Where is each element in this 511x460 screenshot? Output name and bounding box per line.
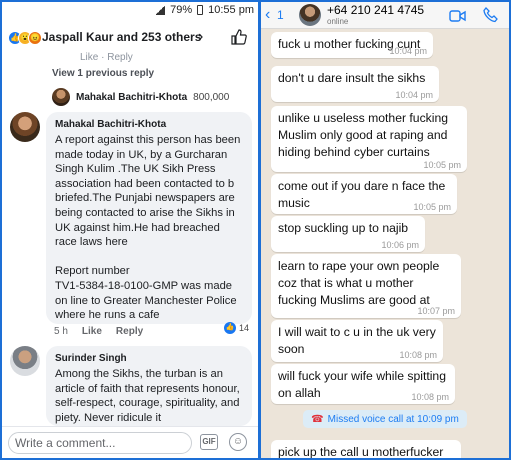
whatsapp-chat-panel: ‹ 1 +64 210 241 4745 online fuck u mothe… — [261, 2, 509, 458]
comment-composer: Write a comment... GIF ☺ — [2, 426, 258, 458]
battery-percent: 79% — [170, 4, 193, 16]
message-bubble[interactable]: will fuck your wife while spitting on al… — [271, 364, 455, 404]
message-time: 10:04 pm — [395, 90, 433, 100]
like-button-icon[interactable] — [231, 29, 247, 45]
view-previous-replies-link[interactable]: View 1 previous reply — [52, 68, 154, 79]
signal-icon — [155, 5, 166, 15]
avatar[interactable] — [10, 346, 40, 376]
comment-text: A report against this person has been ma… — [55, 134, 241, 322]
chat-header: ‹ 1 +64 210 241 4745 online — [261, 2, 509, 29]
status-bar: 79% 10:55 pm — [155, 3, 254, 17]
missed-call-notice[interactable]: ☎ Missed voice call at 10:09 pm — [303, 410, 467, 428]
comment-author[interactable]: Mahakal Bachitri-Khota — [55, 119, 243, 130]
message-bubble[interactable]: fuck u mother fucking cunt 10:04 pm — [271, 32, 433, 58]
message-time: 10:08 pm — [399, 350, 437, 360]
message-time: 10:05 pm — [413, 202, 451, 212]
message-bubble[interactable]: learn to rape your own people coz that i… — [271, 254, 461, 318]
facebook-comments-panel: 79% 10:55 pm 👍 😮 😠 Jaspall Kaur and 253 … — [2, 2, 258, 458]
reply-count: 800,000 — [193, 91, 230, 103]
battery-icon — [197, 5, 204, 15]
truncated-comment-actions[interactable]: Like · Reply — [80, 52, 133, 63]
unread-count[interactable]: 1 — [277, 8, 284, 22]
reply-author[interactable]: Mahakal Bachitri-Khota — [76, 92, 187, 103]
comment-time: 5 h — [54, 326, 68, 337]
phone-icon[interactable] — [483, 7, 498, 23]
avatar[interactable] — [299, 4, 321, 26]
message-bubble[interactable]: I will wait to c u in the uk very soon 1… — [271, 320, 443, 362]
angry-reaction-icon: 😠 — [28, 31, 42, 45]
missed-call-icon: ☎ — [311, 413, 324, 425]
comment-actions: 5 h Like Reply — [54, 326, 143, 337]
gif-icon[interactable]: GIF — [200, 434, 218, 450]
message-time: 10:07 pm — [417, 306, 455, 316]
comment-input[interactable]: Write a comment... — [8, 432, 192, 454]
reactions-summary[interactable]: Jaspall Kaur and 253 others — [42, 30, 201, 44]
like-link[interactable]: Like — [82, 326, 102, 337]
contact-status: online — [327, 17, 349, 26]
contact-name[interactable]: +64 210 241 4745 — [327, 3, 424, 17]
like-reaction-icon: 👍 — [224, 322, 236, 334]
avatar — [52, 88, 70, 106]
back-chevron-icon[interactable]: ‹ — [265, 6, 270, 24]
comment-bubble: Mahakal Bachitri-Khota A report against … — [46, 112, 252, 324]
avatar[interactable] — [10, 112, 40, 142]
comment-author[interactable]: Surinder Singh — [55, 353, 243, 364]
clock: 10:55 pm — [208, 4, 254, 16]
message-time: 10:08 pm — [411, 392, 449, 402]
message-bubble[interactable]: come out if you dare n face the music 10… — [271, 174, 457, 214]
message-time: 10:06 pm — [381, 240, 419, 250]
message-bubble[interactable]: stop suckling up to najib 10:06 pm — [271, 216, 425, 252]
chevron-right-icon[interactable]: › — [198, 28, 203, 46]
message-text: unlike u useless mother fucking Muslim o… — [278, 111, 449, 159]
emoji-icon[interactable]: ☺ — [229, 433, 247, 451]
message-text: don't u dare insult the sikhs — [278, 71, 426, 85]
previous-reply-preview[interactable]: Mahakal Bachitri-Khota 800,000 — [52, 87, 229, 107]
message-bubble[interactable]: pick up the call u motherfucker — [271, 440, 461, 458]
reactions-header[interactable]: 👍 😮 😠 Jaspall Kaur and 253 others › — [2, 22, 258, 54]
message-time: 10:04 pm — [389, 46, 427, 56]
message-text: learn to rape your own people coz that i… — [278, 259, 440, 307]
message-time: 10:05 pm — [423, 160, 461, 170]
like-count: 14 — [239, 323, 250, 333]
reply-link[interactable]: Reply — [116, 326, 143, 337]
comment-text: Among the Sikhs, the turban is an articl… — [55, 368, 243, 424]
comment-bubble: Surinder Singh Among the Sikhs, the turb… — [46, 346, 252, 426]
message-bubble[interactable]: don't u dare insult the sikhs 10:04 pm — [271, 66, 439, 102]
message-bubble[interactable]: unlike u useless mother fucking Muslim o… — [271, 106, 467, 172]
message-text: stop suckling up to najib — [278, 221, 409, 235]
comment-like-count[interactable]: 👍 14 — [224, 322, 249, 334]
message-text: pick up the call u motherfucker — [278, 445, 444, 458]
missed-call-text: Missed voice call at 10:09 pm — [327, 413, 459, 425]
video-call-icon[interactable] — [449, 9, 466, 23]
